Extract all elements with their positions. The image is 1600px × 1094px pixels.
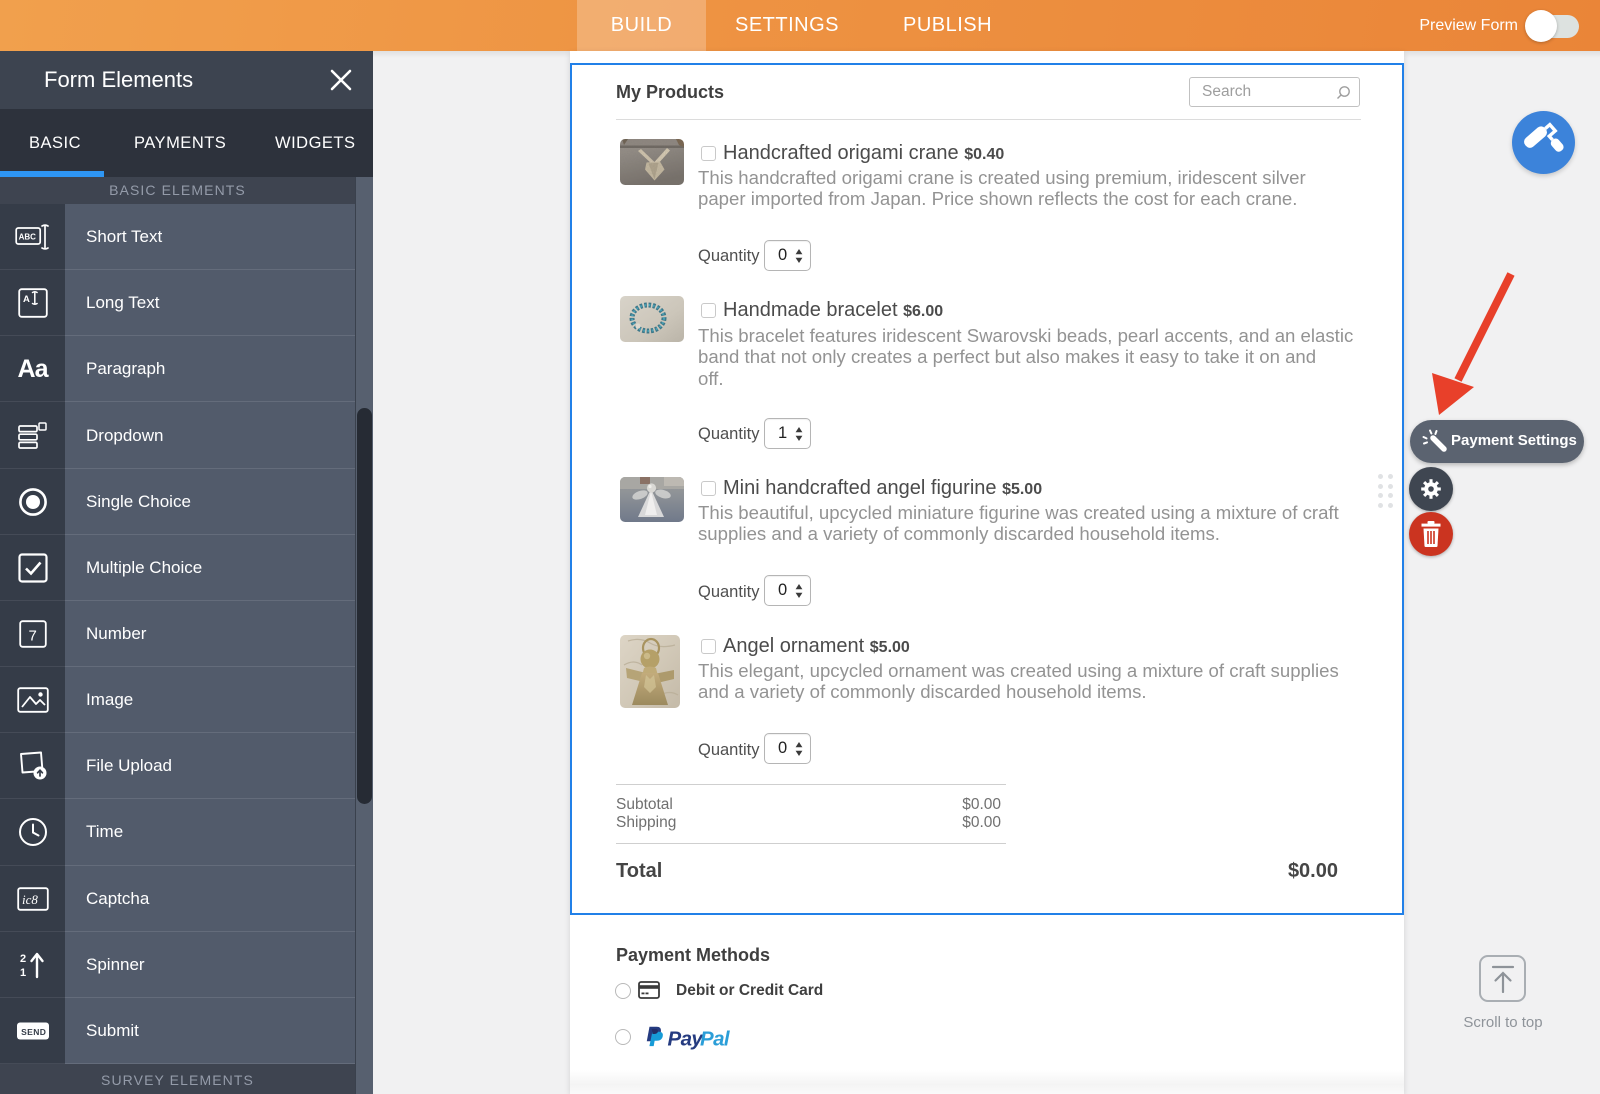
svg-text:A: A [23,294,30,305]
svg-text:2: 2 [20,953,26,965]
svg-text:ic8: ic8 [22,892,38,907]
svg-text:Pal: Pal [700,1028,731,1051]
svg-text:ABC: ABC [18,233,36,242]
svg-text:SEND: SEND [21,1027,46,1037]
svg-text:7: 7 [28,628,36,645]
svg-text:1: 1 [20,967,26,979]
svg-text:Pay: Pay [668,1028,705,1051]
